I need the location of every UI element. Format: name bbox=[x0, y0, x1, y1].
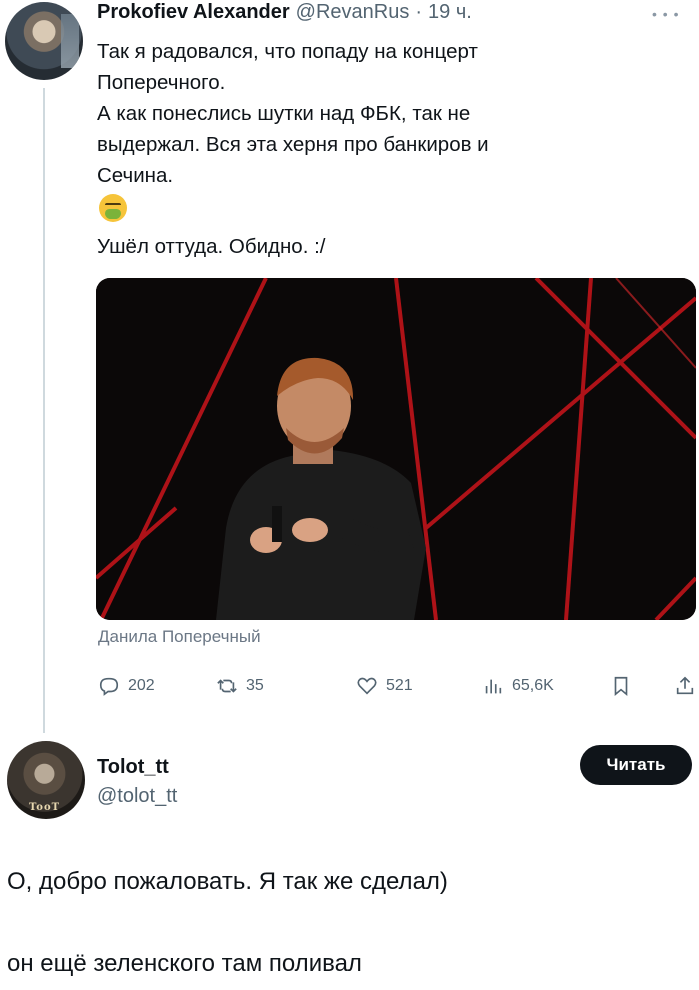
comment-text: он ещё зеленского там поливал bbox=[7, 950, 362, 977]
views-button[interactable]: 65,6K bbox=[482, 672, 554, 700]
retweet-count: 35 bbox=[246, 677, 264, 694]
reply-user-name[interactable]: Tolot_tt bbox=[97, 756, 169, 779]
avatar-badge-text: TooT bbox=[29, 802, 61, 813]
tweet-media-image[interactable] bbox=[96, 278, 696, 620]
tweet-line: Так я радовался, что попаду на концерт bbox=[97, 40, 478, 63]
bookmark-icon bbox=[614, 676, 628, 697]
like-count: 521 bbox=[386, 677, 413, 694]
comment-text: О, добро пожаловать. Я так же сделал) bbox=[7, 868, 448, 895]
tweet-line: А как понеслись шутки над ФБК, так не bbox=[97, 102, 471, 125]
more-horizontal-icon[interactable]: • • • bbox=[652, 6, 679, 22]
tweet-header: Prokofiev Alexander @RevanRus · 19 ч. bbox=[97, 1, 472, 27]
tweet-line: выдержал. Вся эта херня про банкиров и bbox=[97, 133, 489, 156]
retweet-button[interactable]: 35 bbox=[216, 672, 264, 700]
reply-user-avatar[interactable]: TooT bbox=[7, 741, 85, 819]
author-handle[interactable]: @RevanRus bbox=[296, 1, 410, 24]
separator-dot: · bbox=[415, 1, 423, 23]
views-count: 65,6K bbox=[512, 677, 554, 694]
tweet-line: Ушёл оттуда. Обидно. :/ bbox=[97, 235, 326, 258]
thread-connector-line bbox=[43, 88, 45, 733]
reply-icon bbox=[99, 677, 119, 696]
tweet-line: Сечина. bbox=[97, 164, 174, 187]
nauseated-face-icon bbox=[99, 194, 127, 222]
author-name[interactable]: Prokofiev Alexander bbox=[97, 1, 290, 24]
tweet-line: Поперечного. bbox=[97, 71, 226, 94]
bookmark-button[interactable] bbox=[610, 672, 632, 700]
reply-user-handle[interactable]: @tolot_tt bbox=[97, 785, 177, 808]
media-caption[interactable]: Данила Поперечный bbox=[98, 627, 261, 647]
tweet-action-bar: 202 35 521 65,6K bbox=[98, 672, 698, 700]
tweet-text: Так я радовался, что попаду на концерт П… bbox=[97, 36, 657, 262]
author-avatar[interactable] bbox=[5, 2, 83, 80]
like-button[interactable]: 521 bbox=[356, 672, 413, 700]
share-icon bbox=[676, 676, 694, 695]
tweet-time[interactable]: 19 ч. bbox=[428, 1, 472, 24]
retweet-icon bbox=[217, 679, 237, 693]
reply-count: 202 bbox=[128, 677, 155, 694]
follow-button[interactable]: Читать bbox=[580, 745, 692, 785]
views-chart-icon bbox=[485, 679, 502, 694]
reply-button[interactable]: 202 bbox=[98, 672, 155, 700]
heart-icon bbox=[357, 677, 377, 695]
share-button[interactable] bbox=[674, 672, 696, 700]
